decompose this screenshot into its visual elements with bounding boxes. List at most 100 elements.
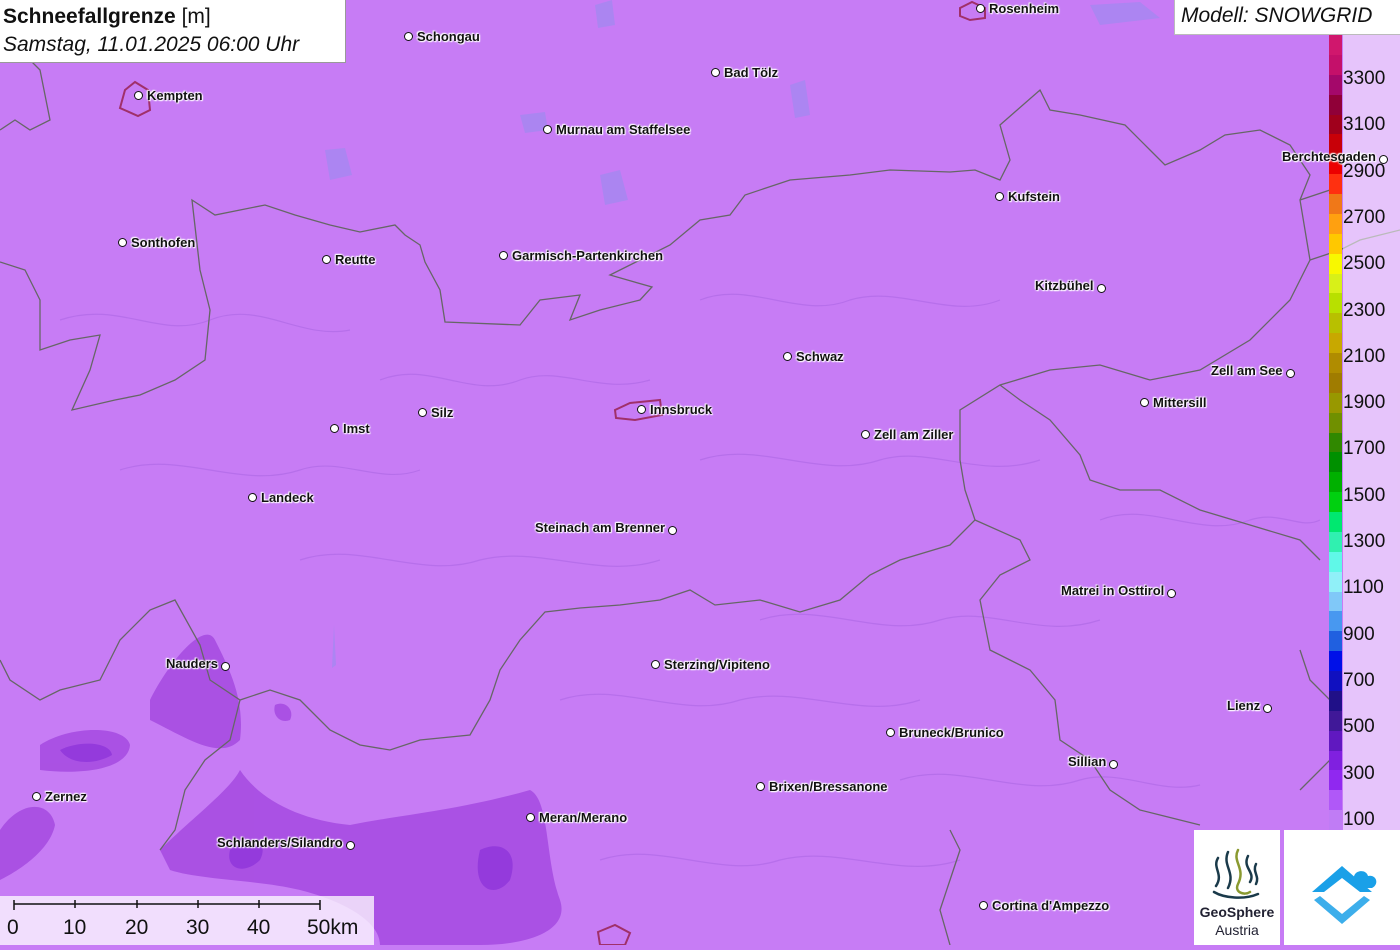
legend-label: 300 [1343, 762, 1375, 784]
town-label: Bruneck/Brunico [899, 725, 1004, 740]
town-marker-icon[interactable] [322, 255, 331, 264]
legend-color-step [1329, 571, 1342, 592]
logo-text-line2: Austria [1215, 922, 1259, 938]
town-marker-icon[interactable] [651, 660, 660, 669]
town-marker-icon[interactable] [979, 901, 988, 910]
legend-color-step [1329, 213, 1342, 234]
town-marker-icon[interactable] [1140, 398, 1149, 407]
legend-color-step [1329, 353, 1342, 373]
town-marker-icon[interactable] [526, 813, 535, 822]
legend-color-step [1329, 273, 1342, 294]
town-marker-icon[interactable] [404, 32, 413, 41]
map-title: Schneefallgrenze [m] Samstag, 11.01.2025… [0, 0, 346, 63]
legend-color-step [1329, 710, 1342, 731]
legend-label: 100 [1343, 808, 1375, 830]
legend-color-step [1329, 671, 1342, 691]
legend-color-step [1329, 94, 1342, 115]
legend-color-step [1329, 74, 1342, 95]
model-label: Modell: SNOWGRID [1174, 0, 1400, 35]
town-marker-icon[interactable] [1109, 760, 1118, 769]
town-marker-icon[interactable] [756, 782, 765, 791]
town-marker-icon[interactable] [1097, 284, 1106, 293]
legend-label: 1300 [1343, 531, 1386, 552]
town-label: Rosenheim [989, 1, 1060, 16]
legend-color-step [1329, 452, 1342, 473]
legend-color-step [1329, 770, 1342, 791]
town-label: Steinach am Brenner [535, 520, 666, 535]
snowgrid-cloud-logo[interactable] [1284, 830, 1400, 945]
town-marker-icon[interactable] [118, 238, 127, 247]
town-marker-icon[interactable] [134, 91, 143, 100]
town-label: Kitzbühel [1035, 278, 1094, 293]
town-marker-icon[interactable] [711, 68, 720, 77]
town-label: Murnau am Staffelsee [556, 122, 691, 137]
legend-label: 3100 [1343, 114, 1386, 136]
legend-color-step [1329, 313, 1342, 334]
legend-label: 3300 [1343, 68, 1386, 89]
geosphere-austria-logo[interactable]: GeoSphere Austria [1194, 830, 1280, 945]
legend-color-step [1329, 591, 1342, 612]
town-marker-icon[interactable] [976, 4, 985, 13]
town-label: Imst [343, 421, 370, 436]
town-label: Meran/Merano [539, 810, 628, 825]
town-marker-icon[interactable] [1286, 369, 1295, 378]
legend-label: 2300 [1343, 299, 1386, 321]
legend-label: 1100 [1343, 577, 1384, 599]
scale-label: 50km [307, 916, 359, 939]
town-marker-icon[interactable] [248, 493, 257, 502]
town-marker-icon[interactable] [861, 430, 870, 439]
town-label: Innsbruck [650, 402, 713, 417]
snowfall-line-map[interactable] [0, 0, 1400, 945]
town-label: Mittersill [1153, 395, 1207, 410]
town-marker-icon[interactable] [668, 526, 677, 535]
town-marker-icon[interactable] [783, 352, 792, 361]
town-marker-icon[interactable] [637, 405, 646, 414]
town-marker-icon[interactable] [1263, 704, 1272, 713]
town-label: Matrei in Osttirol [1061, 583, 1165, 598]
legend-label: 500 [1343, 716, 1375, 738]
geosphere-mark-icon [1212, 848, 1260, 899]
legend-color-step [1329, 651, 1342, 671]
town-marker-icon[interactable] [543, 125, 552, 134]
legend-color-step [1329, 631, 1342, 652]
town-label: Berchtesgaden [1282, 149, 1376, 164]
town-marker-icon[interactable] [221, 662, 230, 671]
legend-color-step [1329, 512, 1342, 532]
town-marker-icon[interactable] [346, 841, 355, 850]
scale-label: 10 [63, 916, 87, 939]
legend-label: 1700 [1343, 438, 1386, 460]
legend-color-step [1329, 611, 1342, 632]
town-marker-icon[interactable] [886, 728, 895, 737]
town-marker-icon[interactable] [1379, 155, 1388, 164]
legend-color-step [1329, 114, 1342, 135]
legend-label: 2100 [1343, 345, 1386, 367]
town-marker-icon[interactable] [330, 424, 339, 433]
town-label: Sonthofen [131, 235, 196, 250]
legend-label: 1500 [1343, 484, 1386, 506]
legend-color-step [1329, 492, 1342, 512]
cloud-roof-icon [1312, 866, 1377, 924]
scale-label: 20 [125, 916, 149, 939]
legend-label: 700 [1343, 669, 1375, 691]
town-label: Zell am See [1211, 363, 1283, 378]
town-marker-icon[interactable] [32, 792, 41, 801]
town-marker-icon[interactable] [418, 408, 427, 417]
legend-color-step [1329, 472, 1342, 493]
town-marker-icon[interactable] [995, 192, 1004, 201]
legend-color-step [1329, 293, 1342, 314]
town-label: Lienz [1227, 698, 1261, 713]
town-label: Silz [431, 405, 454, 420]
town-marker-icon[interactable] [499, 251, 508, 260]
town-label: Kufstein [1008, 189, 1060, 204]
legend-color-step [1329, 35, 1342, 55]
legend-color-step [1329, 750, 1342, 771]
legend-label: 2500 [1343, 253, 1386, 275]
legend-color-step [1329, 372, 1342, 393]
town-marker-icon[interactable] [1167, 589, 1176, 598]
scale-label: 0 [7, 916, 19, 939]
town-label: Brixen/Bressanone [769, 779, 888, 794]
legend-color-step [1329, 790, 1342, 811]
scale-bar: 0 10 20 30 40 50km [0, 896, 374, 945]
legend-color-step [1329, 233, 1342, 254]
forecast-time: Samstag, 11.01.2025 06:00 Uhr [3, 33, 300, 56]
